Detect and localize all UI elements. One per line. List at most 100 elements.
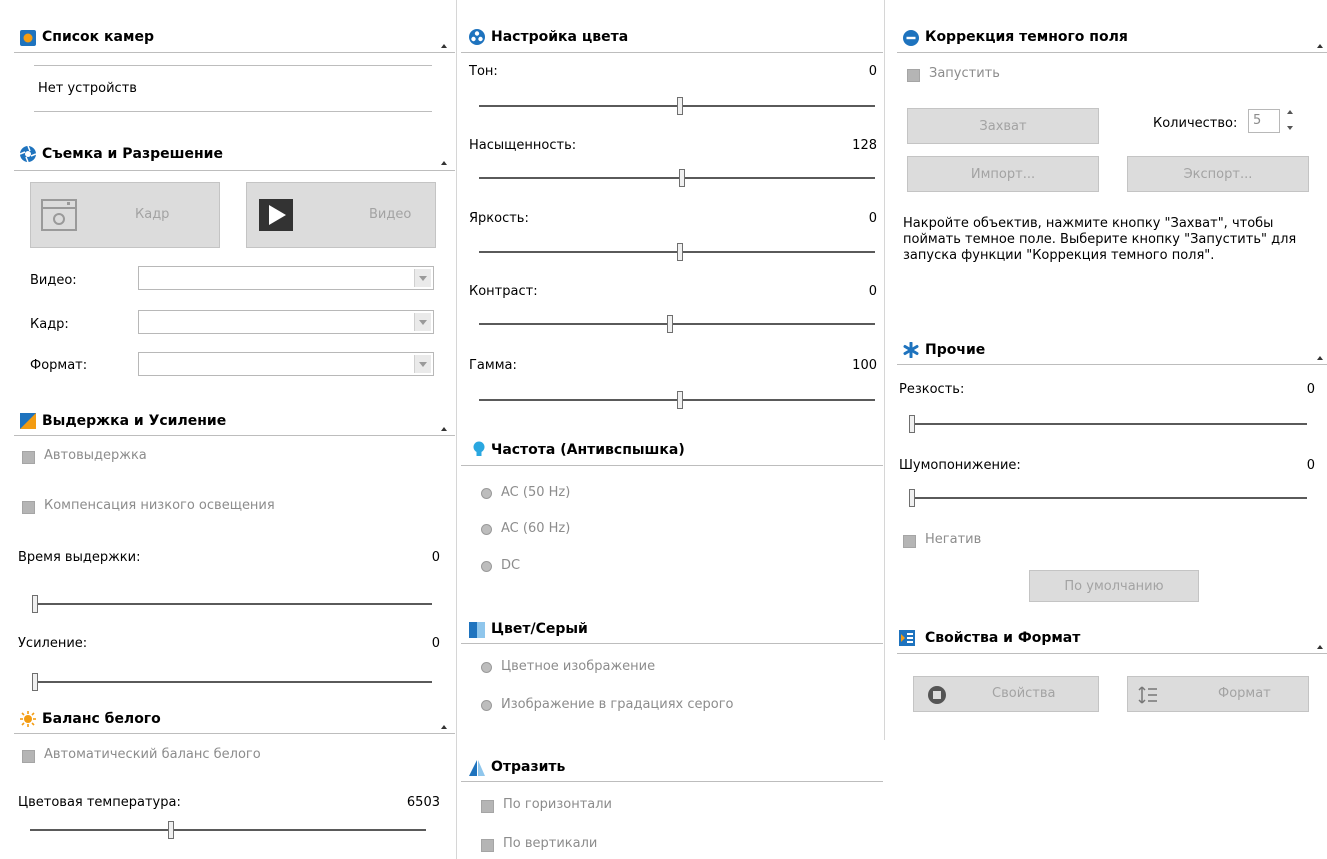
low-light-checkbox[interactable] — [22, 501, 35, 514]
color-gray-header-line — [461, 643, 883, 644]
exposure-time-slider-track[interactable] — [32, 603, 432, 605]
frame-select[interactable] — [138, 310, 434, 334]
brightness-slider-thumb[interactable] — [677, 243, 683, 261]
dark-field-title: Коррекция темного поля — [925, 29, 1128, 45]
color-settings-header-line — [461, 52, 883, 53]
color-gray-icon — [469, 622, 485, 638]
flip-horizontal-checkbox[interactable] — [481, 800, 494, 813]
video-play-icon — [259, 199, 293, 231]
frame-select-chevron-down-icon[interactable] — [414, 313, 431, 331]
saturation-slider-thumb[interactable] — [679, 169, 685, 187]
negative-checkbox[interactable] — [903, 535, 916, 548]
dark-field-capture-button[interactable]: Захват — [907, 108, 1099, 144]
video-field-label: Видео: — [30, 273, 77, 288]
right-column: Коррекция темного поля Запустить Захват … — [885, 0, 1327, 859]
gamma-slider-thumb[interactable] — [677, 391, 683, 409]
aperture-icon — [20, 146, 36, 162]
gray-image-label: Изображение в градациях серого — [501, 697, 734, 712]
snap-button[interactable]: Кадр — [30, 182, 220, 248]
default-button[interactable]: По умолчанию — [1029, 570, 1199, 602]
frequency-title: Частота (Антивспышка) — [491, 442, 685, 458]
format-button-label: Формат — [1218, 686, 1271, 701]
sharpness-slider-thumb[interactable] — [909, 415, 915, 433]
dark-field-collapse-icon[interactable] — [1317, 44, 1323, 48]
gamma-label: Гамма: — [469, 358, 517, 373]
count-label: Количество: — [1153, 116, 1238, 131]
asterisk-icon — [903, 342, 919, 358]
auto-wb-label: Автоматический баланс белого — [44, 747, 261, 762]
gain-label: Усиление: — [18, 636, 88, 651]
auto-exposure-label: Автовыдержка — [44, 448, 147, 463]
exposure-time-slider-thumb[interactable] — [32, 595, 38, 613]
white-balance-collapse-icon[interactable] — [441, 725, 447, 729]
color-temp-slider-track[interactable] — [30, 829, 426, 831]
exposure-collapse-icon[interactable] — [441, 427, 447, 431]
hue-slider-thumb[interactable] — [677, 97, 683, 115]
snap-button-label: Кадр — [135, 207, 170, 222]
count-down-icon[interactable] — [1287, 126, 1293, 130]
dark-field-start-label: Запустить — [929, 66, 1000, 81]
properties-button[interactable]: Свойства — [913, 676, 1099, 712]
flip-vertical-label: По вертикали — [503, 836, 598, 851]
minus-circle-icon — [903, 30, 919, 46]
gray-image-radio[interactable] — [481, 700, 492, 711]
contrast-slider-track[interactable] — [479, 323, 875, 325]
props-collapse-icon[interactable] — [1317, 645, 1323, 649]
count-up-icon[interactable] — [1287, 110, 1293, 114]
dark-field-import-button[interactable]: Импорт... — [907, 156, 1099, 192]
camera-list-icon — [20, 30, 36, 46]
dark-field-start-checkbox[interactable] — [907, 69, 920, 82]
saturation-value: 128 — [852, 138, 877, 153]
color-image-radio[interactable] — [481, 662, 492, 673]
gain-value: 0 — [431, 636, 440, 651]
ac50-radio[interactable] — [481, 488, 492, 499]
middle-column: Настройка цвета Тон: 0 Насыщенность: 128… — [457, 0, 884, 859]
dark-field-export-button[interactable]: Экспорт... — [1127, 156, 1309, 192]
camera-list-header-line — [14, 52, 455, 53]
gamma-value: 100 — [852, 358, 877, 373]
capture-header-line — [14, 170, 455, 171]
capture-collapse-icon[interactable] — [441, 161, 447, 165]
contrast-slider-thumb[interactable] — [667, 315, 673, 333]
format-select-chevron-down-icon[interactable] — [414, 355, 431, 373]
misc-collapse-icon[interactable] — [1317, 356, 1323, 360]
contrast-label: Контраст: — [469, 284, 538, 299]
camera-list-title: Список камер — [42, 29, 154, 45]
list-format-icon — [899, 630, 915, 646]
ac50-label: AC (50 Hz) — [501, 485, 571, 500]
format-select[interactable] — [138, 352, 434, 376]
gain-slider-thumb[interactable] — [32, 673, 38, 691]
brightness-label: Яркость: — [469, 211, 529, 226]
auto-exposure-checkbox[interactable] — [22, 451, 35, 464]
format-button[interactable]: Формат — [1127, 676, 1309, 712]
stop-circle-icon — [928, 686, 946, 704]
saturation-label: Насыщенность: — [469, 138, 577, 153]
video-select[interactable] — [138, 266, 434, 290]
misc-header-line — [897, 364, 1327, 365]
count-input[interactable]: 5 — [1248, 109, 1280, 133]
gain-slider-track[interactable] — [32, 681, 432, 683]
color-temp-slider-thumb[interactable] — [168, 821, 174, 839]
capture-title: Съемка и Разрешение — [42, 146, 223, 162]
flip-vertical-checkbox[interactable] — [481, 839, 494, 852]
denoise-slider-track[interactable] — [909, 497, 1307, 499]
video-button[interactable]: Видео — [246, 182, 436, 248]
saturation-slider-track[interactable] — [479, 177, 875, 179]
denoise-slider-thumb[interactable] — [909, 489, 915, 507]
video-button-label: Видео — [369, 207, 412, 222]
sharpness-slider-track[interactable] — [909, 423, 1307, 425]
format-field-label: Формат: — [30, 358, 88, 373]
auto-wb-checkbox[interactable] — [22, 750, 35, 763]
ac60-radio[interactable] — [481, 524, 492, 535]
dc-label: DC — [501, 558, 521, 573]
left-column: Список камер Нет устройств Съемка и Разр… — [0, 0, 456, 859]
brightness-value: 0 — [868, 211, 877, 226]
exposure-title: Выдержка и Усиление — [42, 413, 227, 429]
color-wheel-icon — [469, 29, 485, 45]
dc-radio[interactable] — [481, 561, 492, 572]
exposure-time-label: Время выдержки: — [18, 550, 141, 565]
video-select-chevron-down-icon[interactable] — [414, 269, 431, 287]
camera-list-collapse-icon[interactable] — [441, 44, 447, 48]
hue-value: 0 — [868, 64, 877, 79]
exposure-time-value: 0 — [431, 550, 440, 565]
